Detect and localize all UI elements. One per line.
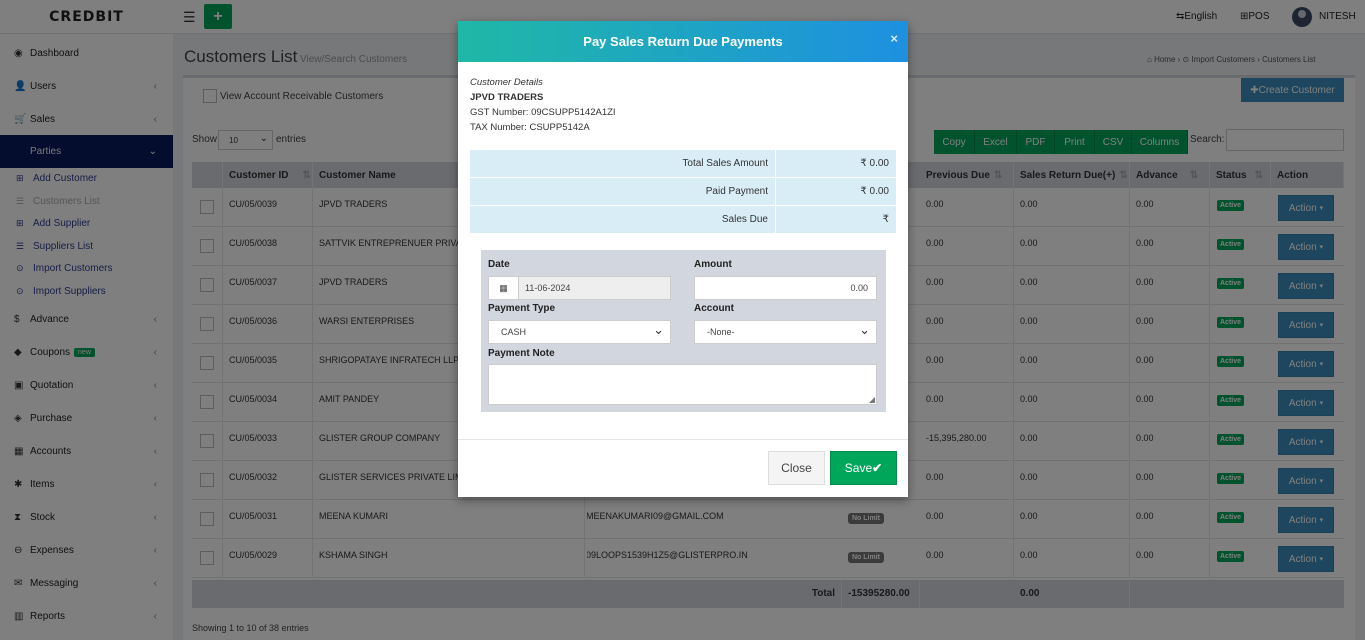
app-root: CREDBIT ☰ + ⇆English ⊞POS NITESH ◉Dashbo… bbox=[0, 0, 1365, 640]
resize-handle-icon[interactable]: ◢ bbox=[869, 395, 875, 404]
summary-label: Paid Payment bbox=[470, 178, 776, 206]
save-button[interactable]: Save ✔ bbox=[830, 451, 897, 485]
payment-type-value: CASH bbox=[501, 327, 527, 337]
calendar-icon: ▦ bbox=[489, 277, 519, 299]
tax-number: TAX Number: CSUPP5142A bbox=[470, 122, 590, 133]
account-select[interactable]: -None- ⌄ bbox=[694, 320, 877, 344]
amount-label: Amount bbox=[694, 259, 732, 270]
close-button[interactable]: Close bbox=[768, 451, 825, 485]
customer-details-label: Customer Details bbox=[470, 77, 543, 88]
amount-value: 0.00 bbox=[850, 283, 868, 293]
modal-title: Pay Sales Return Due Payments bbox=[583, 34, 783, 49]
save-label: Save bbox=[844, 461, 873, 475]
payment-modal: Pay Sales Return Due Payments × Customer… bbox=[458, 21, 908, 497]
amount-input[interactable]: 0.00 bbox=[694, 276, 877, 300]
modal-footer-divider bbox=[458, 439, 908, 440]
chevron-down-icon: ⌄ bbox=[653, 322, 664, 337]
date-input[interactable]: ▦ 11-06-2024 bbox=[488, 276, 671, 300]
summary-label: Sales Due bbox=[470, 206, 776, 234]
summary-row-total-sales: Total Sales Amount ₹ 0.00 bbox=[470, 150, 896, 178]
chevron-down-icon: ⌄ bbox=[859, 322, 870, 337]
modal-header: Pay Sales Return Due Payments × bbox=[458, 21, 908, 62]
summary-value: ₹ 0.00 bbox=[860, 158, 889, 169]
account-label: Account bbox=[694, 303, 734, 314]
summary-label: Total Sales Amount bbox=[470, 150, 776, 178]
payment-type-select[interactable]: CASH ⌄ bbox=[488, 320, 671, 344]
account-value: -None- bbox=[707, 327, 735, 337]
customer-name: JPVD TRADERS bbox=[470, 92, 544, 103]
payment-note-label: Payment Note bbox=[488, 348, 555, 359]
summary-value: ₹ bbox=[882, 214, 889, 225]
payment-note-textarea[interactable]: ◢ bbox=[488, 364, 877, 405]
summary-row-paid-payment: Paid Payment ₹ 0.00 bbox=[470, 178, 896, 206]
gst-number: GST Number: 09CSUPP5142A1ZI bbox=[470, 107, 616, 118]
payment-form: Date ▦ 11-06-2024 Amount 0.00 Payment Ty… bbox=[481, 250, 886, 412]
summary-row-sales-due: Sales Due ₹ bbox=[470, 206, 896, 234]
check-icon: ✔ bbox=[872, 461, 883, 475]
date-value: 11-06-2024 bbox=[525, 283, 571, 293]
payment-type-label: Payment Type bbox=[488, 303, 556, 314]
close-icon[interactable]: × bbox=[890, 31, 898, 46]
summary-value: ₹ 0.00 bbox=[860, 186, 889, 197]
date-label: Date bbox=[488, 259, 510, 270]
